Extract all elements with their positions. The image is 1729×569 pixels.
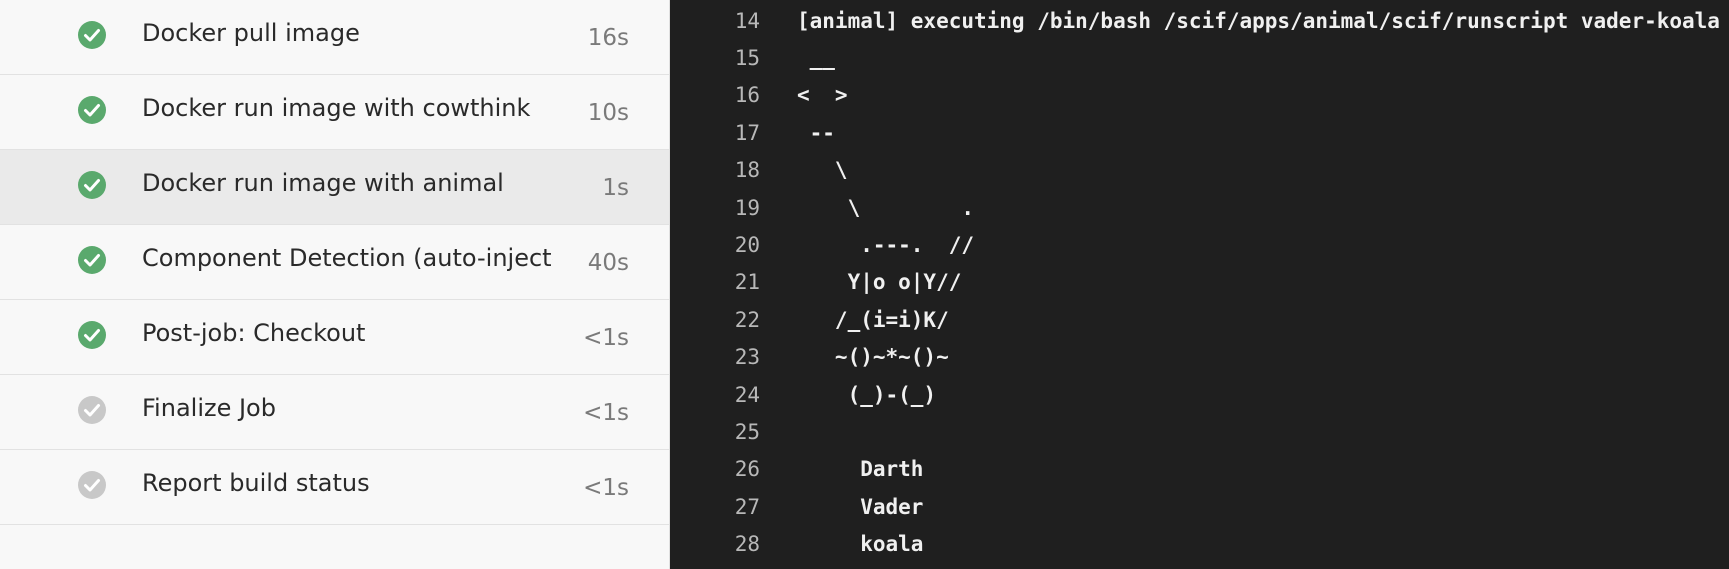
step-duration: <1s [583, 475, 629, 501]
line-number: 25 [734, 419, 760, 444]
log-line: 28 koala [670, 525, 1729, 562]
line-number: 15 [734, 46, 760, 71]
log-line: 17 -- [670, 114, 1729, 151]
step-duration: <1s [583, 325, 629, 351]
line-number: 23 [734, 345, 760, 370]
step-name: Finalize Job [142, 394, 276, 422]
step-name: Docker run image with cowthink [142, 94, 531, 122]
step-name: Docker pull image [142, 19, 360, 47]
log-text: koala [797, 532, 924, 557]
job-steps-list: Docker pull image 16s Docker run image w… [0, 0, 670, 569]
log-line: 22 /_(i=i)K/ [670, 301, 1729, 338]
step-duration: <1s [583, 400, 629, 426]
log-text: (_)-(_) [797, 382, 937, 407]
line-number: 24 [734, 382, 760, 407]
line-number: 19 [734, 195, 760, 220]
step-name: Component Detection (auto-injecte [142, 244, 553, 272]
pipeline-run-view: Docker pull image 16s Docker run image w… [0, 0, 1729, 569]
check-circle-icon [77, 245, 107, 275]
line-number: 20 [734, 233, 760, 258]
log-text: /_(i=i)K/ [797, 307, 949, 332]
log-text: ~()~*~()~ [797, 345, 949, 370]
log-line: 14 [animal] executing /bin/bash /scif/app… [670, 2, 1729, 39]
check-circle-icon [77, 170, 107, 200]
step-name: Docker run image with animal [142, 169, 504, 197]
step-duration: 40s [587, 250, 629, 276]
log-text: Darth [797, 457, 924, 482]
check-circle-icon [77, 395, 107, 425]
step-row[interactable]: Docker run image with cowthink 10s [0, 75, 669, 150]
check-circle-icon [77, 20, 107, 50]
log-line: 15 __ [670, 39, 1729, 76]
log-line: 16 < > [670, 77, 1729, 114]
log-line: 18 \ [670, 152, 1729, 189]
line-number: 16 [734, 83, 760, 108]
step-duration: 16s [587, 25, 629, 51]
log-line: 24 (_)-(_) [670, 376, 1729, 413]
log-text: < > [797, 83, 848, 108]
line-number: 28 [734, 532, 760, 557]
log-line: 21 Y|o o|Y// [670, 264, 1729, 301]
log-text: \ [797, 158, 848, 183]
step-row[interactable]: Finalize Job <1s [0, 375, 669, 450]
log-line: 20 .---. // [670, 226, 1729, 263]
step-name: Post-job: Checkout [142, 319, 366, 347]
step-duration: 10s [587, 100, 629, 126]
line-number: 18 [734, 158, 760, 183]
step-row[interactable]: Component Detection (auto-injecte 40s [0, 225, 669, 300]
log-text: \ . [797, 195, 975, 220]
step-row[interactable]: Post-job: Checkout <1s [0, 300, 669, 375]
step-row[interactable]: Report build status <1s [0, 450, 669, 525]
step-row-selected[interactable]: Docker run image with animal 1s [0, 150, 669, 225]
log-line: 25 [670, 413, 1729, 450]
line-number: 14 [734, 8, 760, 33]
log-line: 23 ~()~*~()~ [670, 339, 1729, 376]
line-number: 22 [734, 307, 760, 332]
log-line: 27 Vader [670, 488, 1729, 525]
line-number: 21 [734, 270, 760, 295]
log-text: Y|o o|Y// [797, 270, 962, 295]
check-circle-icon [77, 95, 107, 125]
step-row[interactable]: Docker pull image 16s [0, 0, 669, 75]
check-circle-icon [77, 470, 107, 500]
log-text: __ [797, 46, 835, 71]
log-output-panel[interactable]: 14 [animal] executing /bin/bash /scif/app… [670, 0, 1729, 569]
line-number: 26 [734, 457, 760, 482]
log-text: .---. // [797, 233, 975, 258]
log-text: [animal] executing /bin/bash /scif/apps/… [797, 8, 1720, 33]
step-name: Report build status [142, 469, 370, 497]
log-text: Vader [797, 494, 924, 519]
line-number: 17 [734, 120, 760, 145]
check-circle-icon [77, 320, 107, 350]
line-number: 27 [734, 494, 760, 519]
log-line: 26 Darth [670, 451, 1729, 488]
log-line: 19 \ . [670, 189, 1729, 226]
log-text: -- [797, 120, 835, 145]
step-duration: 1s [602, 175, 629, 201]
